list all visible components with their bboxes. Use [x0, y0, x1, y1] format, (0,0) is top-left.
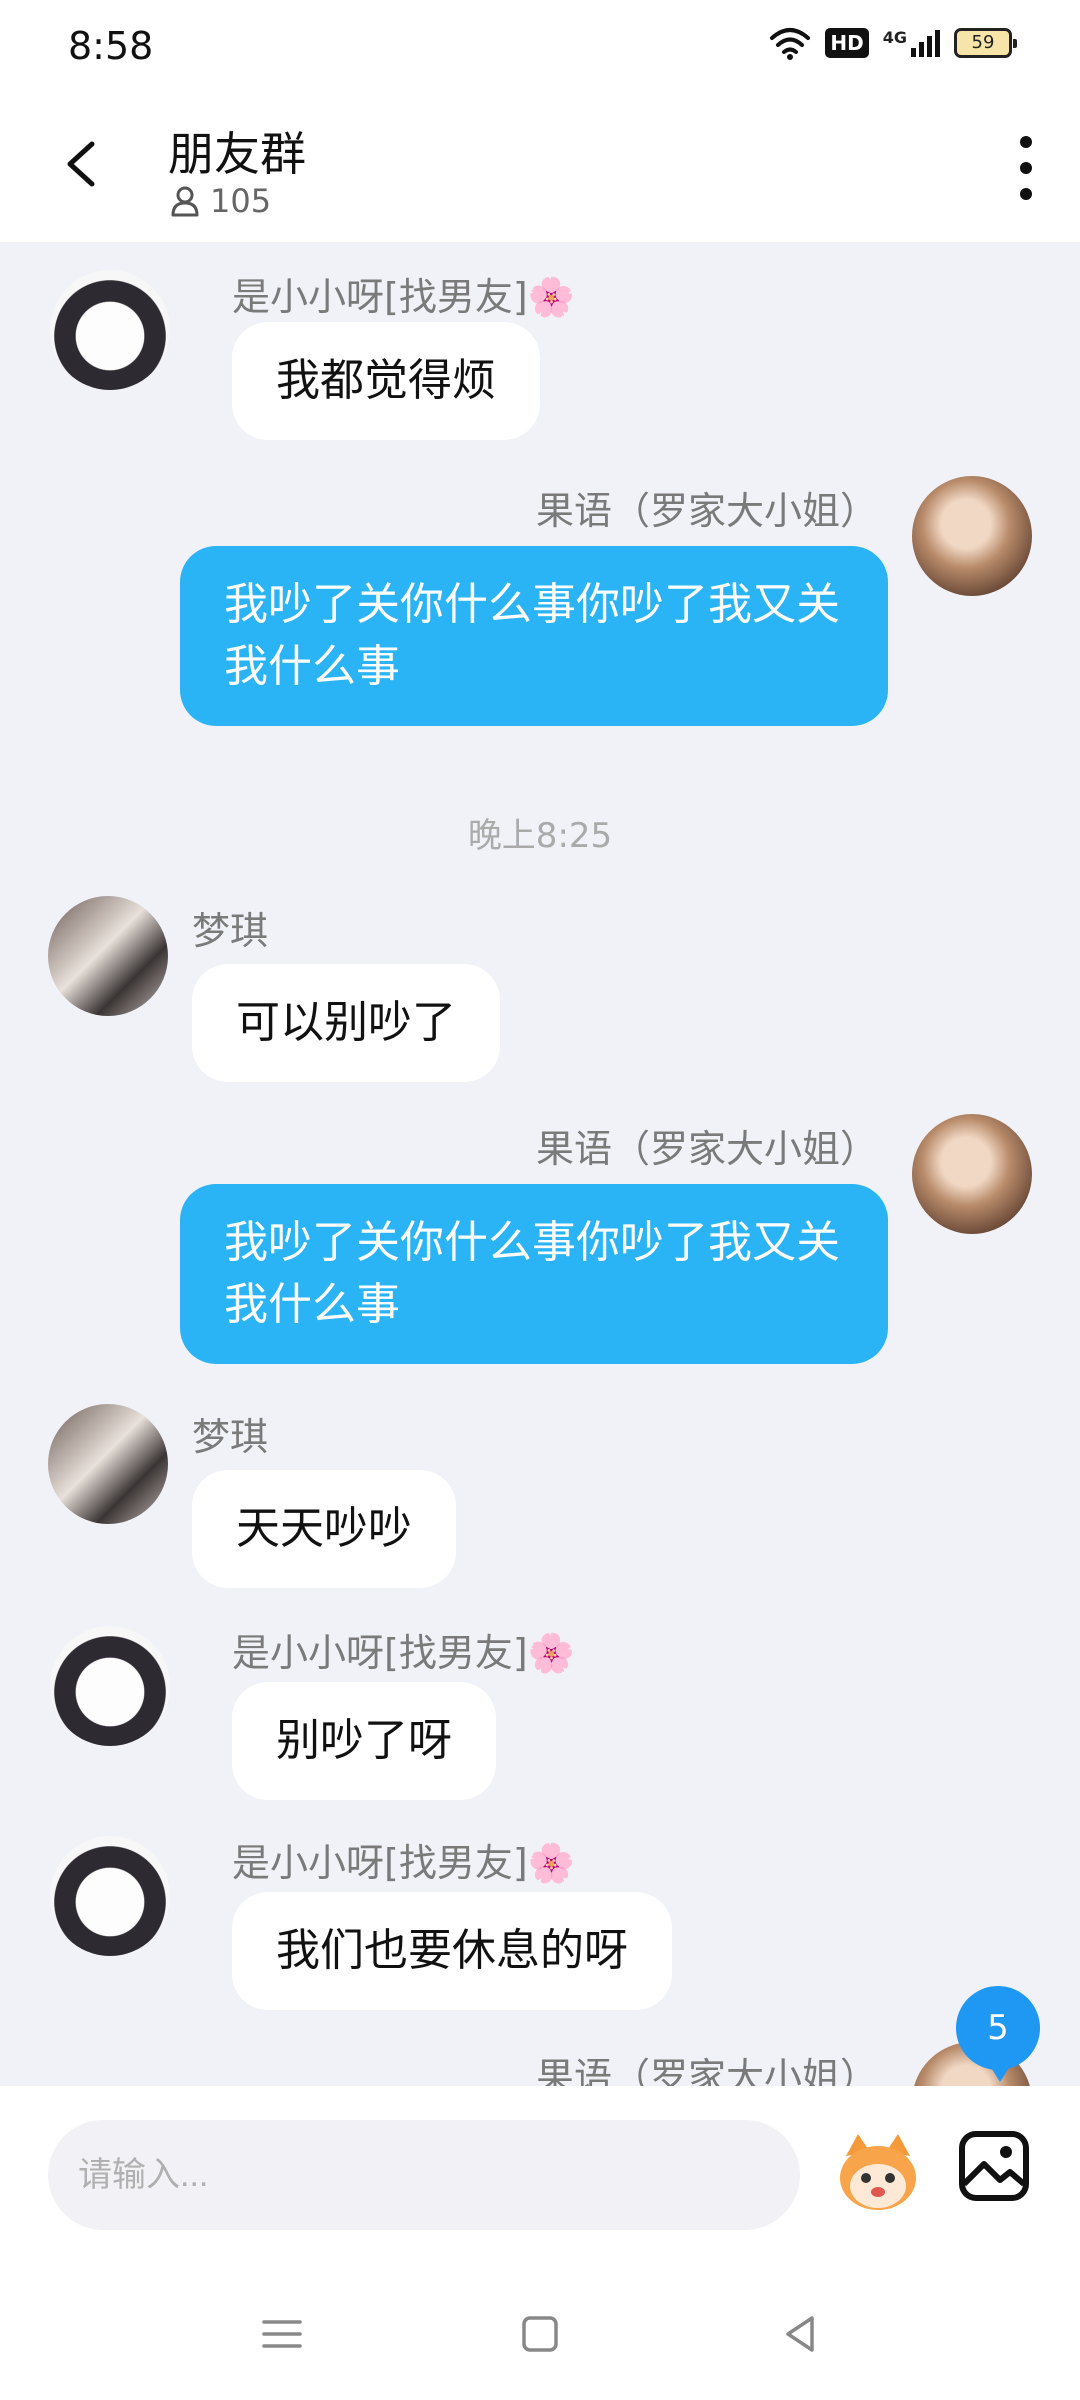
network-type: 4G	[882, 28, 907, 47]
sender-name: 是小小呀[找男友]🌸	[232, 275, 575, 319]
wifi-icon	[770, 28, 811, 60]
menu-icon[interactable]	[258, 2310, 306, 2358]
sender-name: 果语（罗家大小姐）	[535, 2055, 878, 2086]
avatar[interactable]	[912, 476, 1032, 596]
chat-header: 朋友群 105	[0, 96, 1080, 242]
message-bubble[interactable]: 我吵了关你什么事你吵了我又关我什么事	[180, 1184, 888, 1364]
avatar[interactable]	[48, 896, 168, 1016]
sender-name: 果语（罗家大小姐）	[535, 1127, 878, 1171]
avatar[interactable]	[50, 1836, 170, 1956]
sender-name: 梦琪	[192, 1415, 269, 1459]
signal-group: 4G	[883, 28, 940, 58]
group-title[interactable]: 朋友群	[168, 118, 306, 184]
sender-name: 梦琪	[192, 909, 269, 953]
sender-name: 是小小呀[找男友]🌸	[232, 1631, 575, 1675]
status-icons: HD 4G 59	[769, 26, 1017, 60]
hd-badge: HD	[825, 28, 869, 58]
message-bubble[interactable]: 我都觉得烦	[232, 322, 540, 440]
more-vertical-icon[interactable]	[1006, 132, 1046, 204]
sender-name: 果语（罗家大小姐）	[535, 489, 878, 533]
avatar[interactable]	[48, 1404, 168, 1524]
signal-icon	[911, 30, 940, 57]
home-square-icon[interactable]	[516, 2310, 564, 2358]
emoji-mascot-icon[interactable]	[832, 2126, 924, 2218]
member-count[interactable]: 105	[170, 182, 271, 220]
avatar[interactable]	[912, 1114, 1032, 1234]
message-bubble[interactable]: 我吵了关你什么事你吵了我又关我什么事	[180, 546, 888, 726]
status-bar: 8:58 HD 4G 59	[0, 0, 1080, 96]
message-input[interactable]	[48, 2120, 800, 2230]
person-icon	[171, 186, 199, 217]
message-input-bar	[0, 2086, 1080, 2266]
member-count-value: 105	[210, 182, 272, 220]
image-icon[interactable]	[956, 2128, 1032, 2204]
back-triangle-icon[interactable]	[776, 2310, 824, 2358]
back-arrow-icon[interactable]	[52, 134, 112, 194]
avatar[interactable]	[50, 270, 170, 390]
chat-message-list[interactable]: 是小小呀[找男友]🌸 我都觉得烦 果语（罗家大小姐） 我吵了关你什么事你吵了我又…	[0, 242, 1080, 2086]
status-time: 8:58	[68, 24, 154, 68]
battery-icon: 59	[954, 28, 1017, 58]
sender-name: 是小小呀[找男友]🌸	[232, 1841, 575, 1885]
message-bubble[interactable]: 天天吵吵	[192, 1470, 456, 1588]
system-navigation-bar	[0, 2266, 1080, 2400]
message-bubble[interactable]: 可以别吵了	[192, 964, 500, 1082]
time-separator: 晚上8:25	[467, 816, 613, 856]
avatar[interactable]	[50, 1626, 170, 1746]
message-bubble[interactable]: 我们也要休息的呀	[232, 1892, 672, 2010]
unread-count-badge[interactable]: 5	[956, 1986, 1040, 2082]
message-bubble[interactable]: 别吵了呀	[232, 1682, 496, 1800]
